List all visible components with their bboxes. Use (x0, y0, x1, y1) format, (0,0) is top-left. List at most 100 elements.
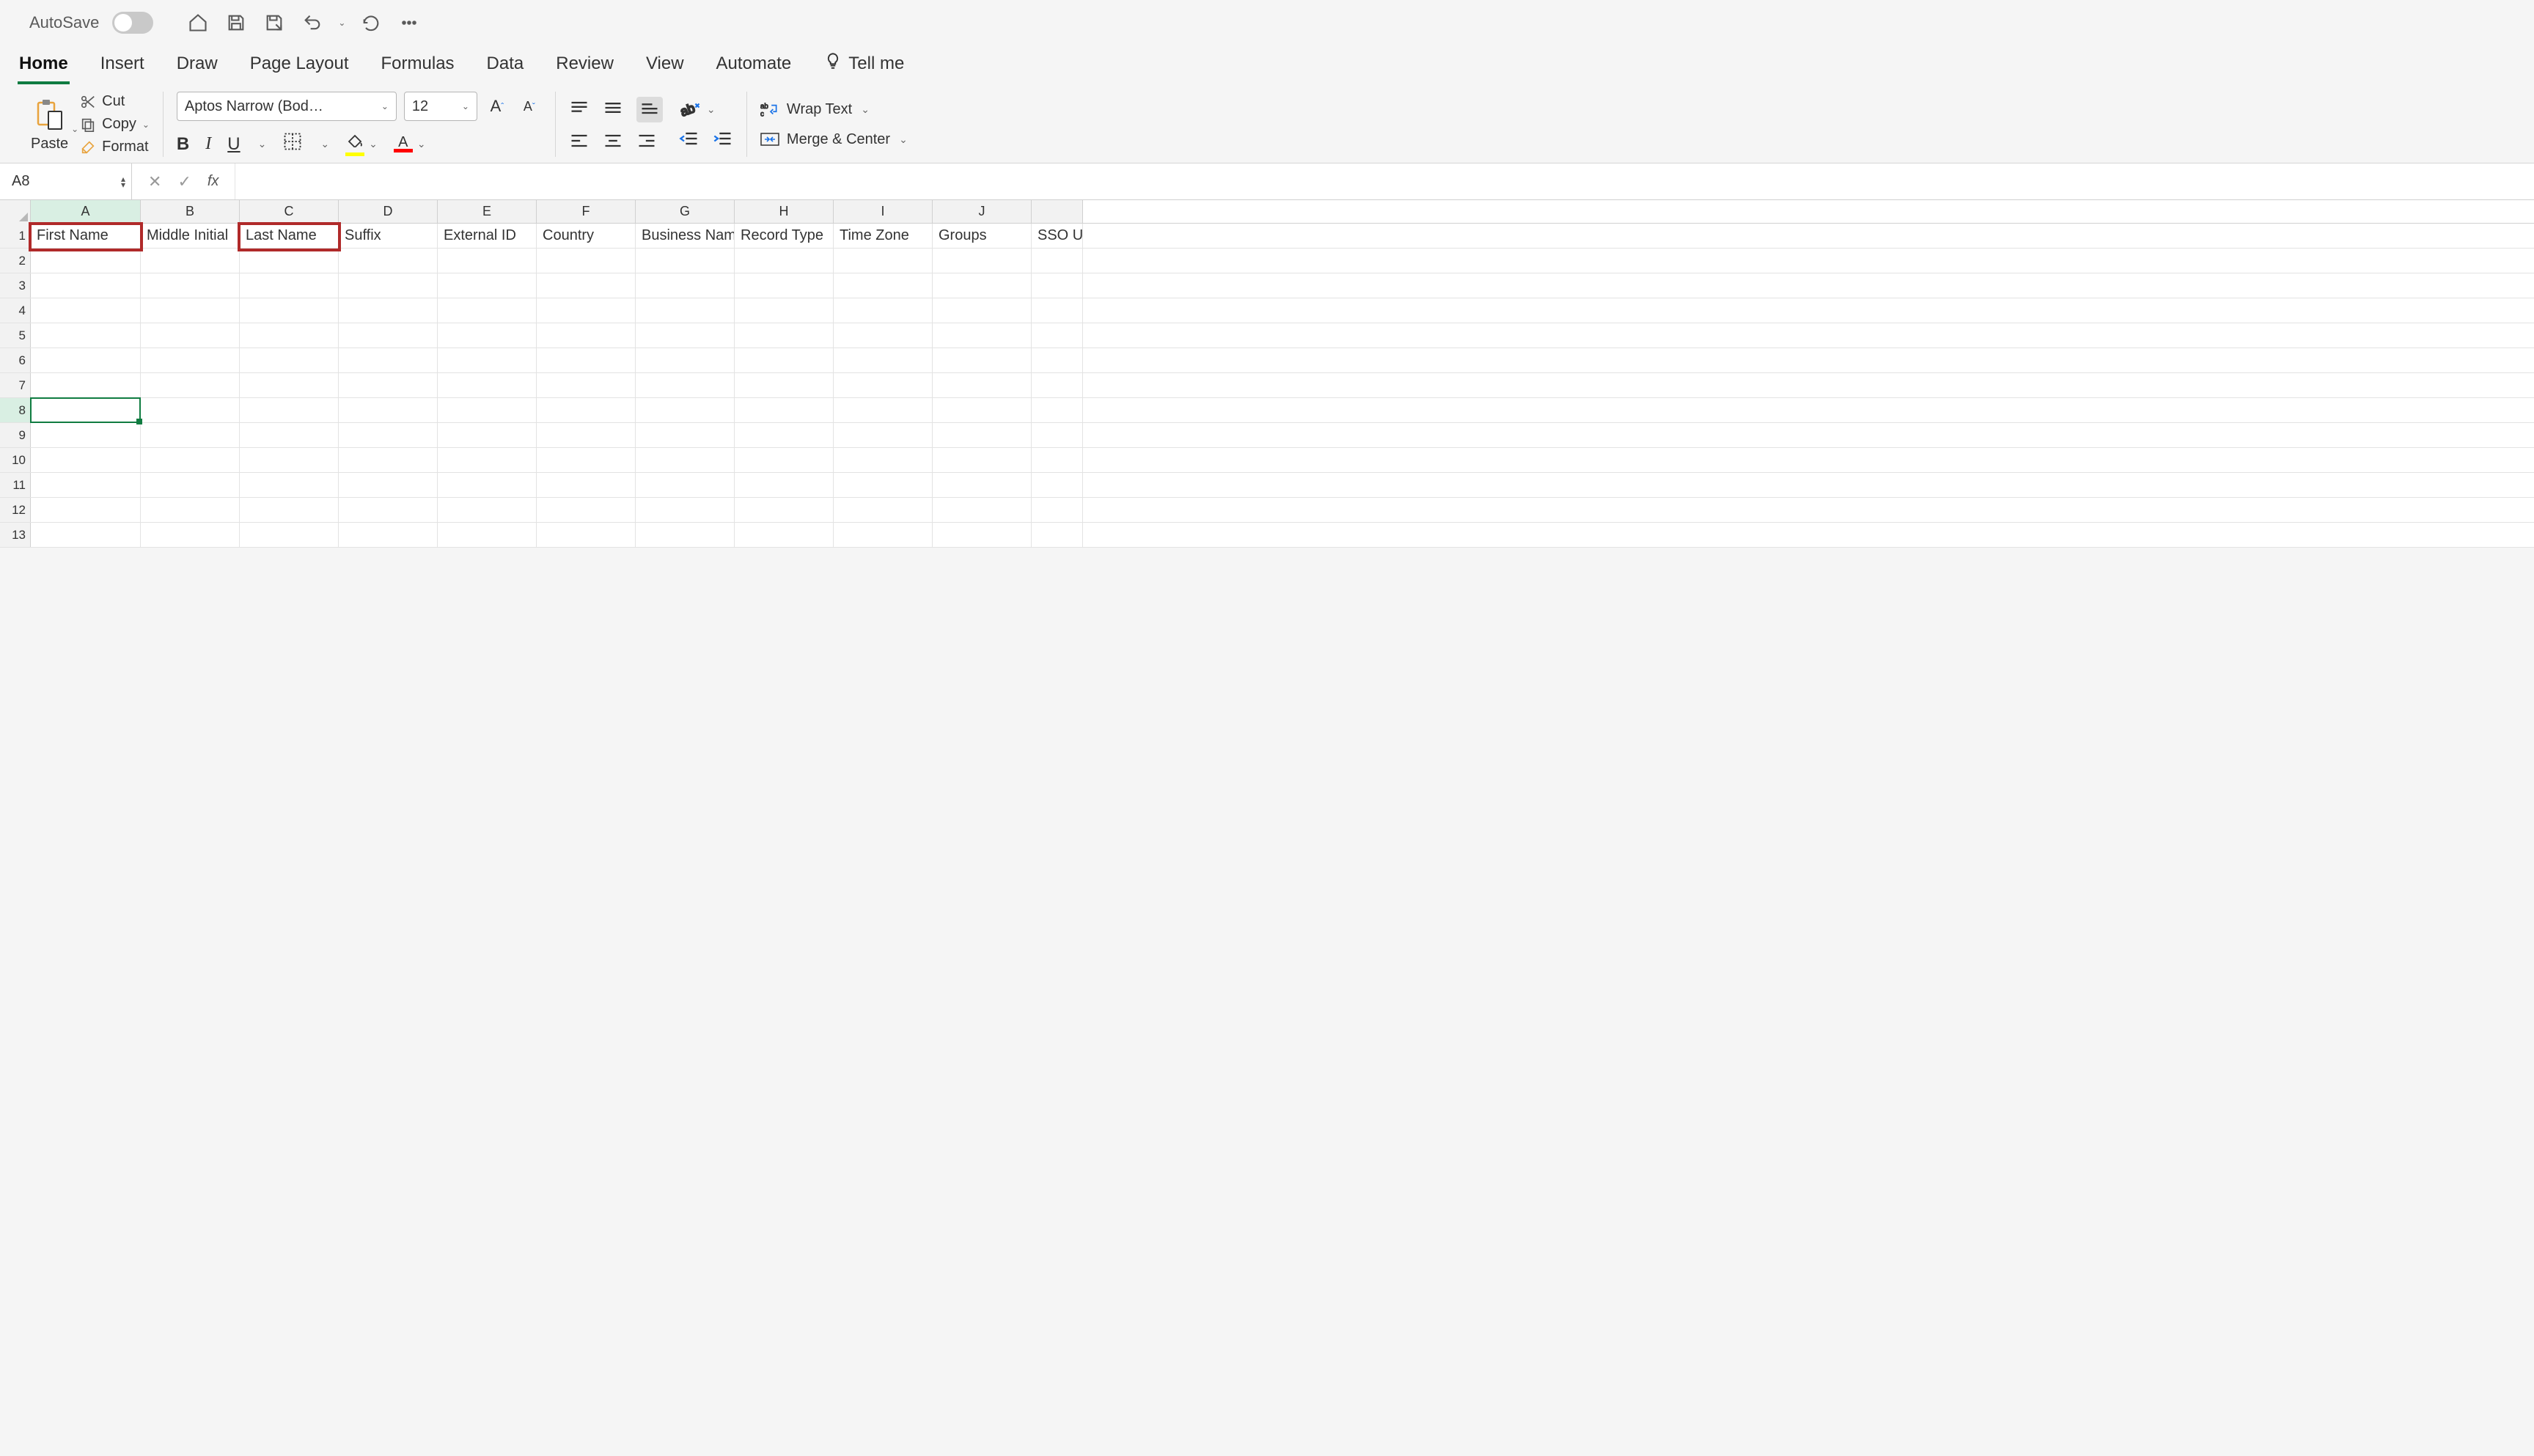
cell[interactable] (933, 348, 1032, 372)
autosave-toggle[interactable] (112, 12, 153, 34)
orientation-dropdown-icon[interactable]: ⌄ (707, 103, 716, 116)
select-all-corner[interactable] (0, 200, 31, 224)
cell[interactable] (240, 398, 339, 422)
cell[interactable] (933, 373, 1032, 397)
column-header[interactable]: I (834, 200, 933, 223)
cell[interactable] (636, 373, 735, 397)
cell[interactable] (933, 473, 1032, 497)
cell[interactable] (735, 323, 834, 348)
cell[interactable] (438, 448, 537, 472)
row-header[interactable]: 11 (0, 473, 31, 497)
cell[interactable] (537, 373, 636, 397)
cell[interactable] (537, 298, 636, 323)
font-name-select[interactable]: Aptos Narrow (Bod… ⌄ (177, 92, 397, 121)
align-middle-button[interactable] (603, 100, 623, 120)
cell[interactable] (240, 473, 339, 497)
tab-review[interactable]: Review (554, 49, 615, 84)
cell[interactable] (240, 273, 339, 298)
cell[interactable] (339, 473, 438, 497)
copy-dropdown-icon[interactable]: ⌄ (142, 120, 150, 130)
column-header[interactable] (1032, 200, 1083, 223)
cell[interactable] (141, 473, 240, 497)
cell[interactable]: First Name (31, 224, 141, 248)
column-header[interactable]: B (141, 200, 240, 223)
cell[interactable]: Suffix (339, 224, 438, 248)
align-right-button[interactable] (636, 133, 657, 152)
bold-button[interactable]: B (177, 134, 189, 155)
cell[interactable] (834, 473, 933, 497)
merge-center-dropdown-icon[interactable]: ⌄ (899, 133, 908, 146)
cell[interactable] (339, 398, 438, 422)
tab-automate[interactable]: Automate (715, 49, 793, 84)
cell[interactable] (1032, 323, 1083, 348)
cell[interactable] (31, 423, 141, 447)
cell[interactable] (438, 273, 537, 298)
cell[interactable] (834, 249, 933, 273)
row-header[interactable]: 1 (0, 224, 31, 248)
cell[interactable] (339, 323, 438, 348)
cell[interactable] (933, 398, 1032, 422)
formula-input[interactable] (235, 163, 2534, 199)
cell[interactable] (1032, 249, 1083, 273)
tab-data[interactable]: Data (485, 49, 526, 84)
cell[interactable] (735, 373, 834, 397)
cell[interactable] (834, 498, 933, 522)
font-color-dropdown-icon[interactable]: ⌄ (417, 138, 426, 150)
cell[interactable] (636, 448, 735, 472)
align-center-button[interactable] (603, 133, 623, 152)
cell[interactable] (31, 273, 141, 298)
decrease-font-button[interactable]: Aˇ (517, 99, 542, 114)
align-bottom-button[interactable] (636, 97, 663, 122)
cell[interactable]: Middle Initial (141, 224, 240, 248)
row-header[interactable]: 6 (0, 348, 31, 372)
cell[interactable] (834, 423, 933, 447)
cell[interactable] (31, 348, 141, 372)
cell[interactable] (240, 249, 339, 273)
borders-button[interactable] (282, 131, 303, 157)
cell[interactable] (31, 373, 141, 397)
cell[interactable] (1032, 523, 1083, 547)
cell[interactable] (31, 323, 141, 348)
cell[interactable] (31, 498, 141, 522)
cell[interactable] (31, 249, 141, 273)
cell[interactable] (735, 423, 834, 447)
cell[interactable] (240, 348, 339, 372)
tab-page-layout[interactable]: Page Layout (249, 49, 350, 84)
increase-indent-button[interactable] (713, 130, 733, 150)
tell-me[interactable]: Tell me (822, 47, 906, 86)
align-left-button[interactable] (569, 133, 590, 152)
cell[interactable] (735, 498, 834, 522)
cell[interactable] (636, 249, 735, 273)
column-header[interactable]: A (31, 200, 141, 223)
cell[interactable] (438, 249, 537, 273)
cell[interactable] (636, 473, 735, 497)
cell[interactable] (339, 498, 438, 522)
cell[interactable] (438, 423, 537, 447)
column-header[interactable]: J (933, 200, 1032, 223)
borders-dropdown-icon[interactable]: ⌄ (320, 138, 329, 150)
column-header[interactable]: H (735, 200, 834, 223)
cell[interactable] (735, 249, 834, 273)
cell[interactable] (636, 498, 735, 522)
cell[interactable] (933, 423, 1032, 447)
tab-home[interactable]: Home (18, 49, 70, 84)
cell[interactable] (141, 398, 240, 422)
cell[interactable] (537, 448, 636, 472)
cell[interactable] (537, 273, 636, 298)
cell[interactable] (537, 323, 636, 348)
cell[interactable] (834, 373, 933, 397)
cell[interactable] (933, 273, 1032, 298)
tab-insert[interactable]: Insert (99, 49, 146, 84)
fill-color-dropdown-icon[interactable]: ⌄ (369, 138, 378, 150)
row-header[interactable]: 5 (0, 323, 31, 348)
cell[interactable] (339, 448, 438, 472)
cell[interactable] (735, 348, 834, 372)
cell[interactable] (240, 423, 339, 447)
cell[interactable]: Business Nam (636, 224, 735, 248)
enter-formula-button[interactable]: ✓ (177, 172, 191, 191)
cell[interactable] (834, 323, 933, 348)
cell[interactable] (1032, 273, 1083, 298)
merge-center-button[interactable]: Merge & Center ⌄ (760, 131, 908, 148)
cell[interactable] (339, 348, 438, 372)
cell[interactable] (141, 249, 240, 273)
